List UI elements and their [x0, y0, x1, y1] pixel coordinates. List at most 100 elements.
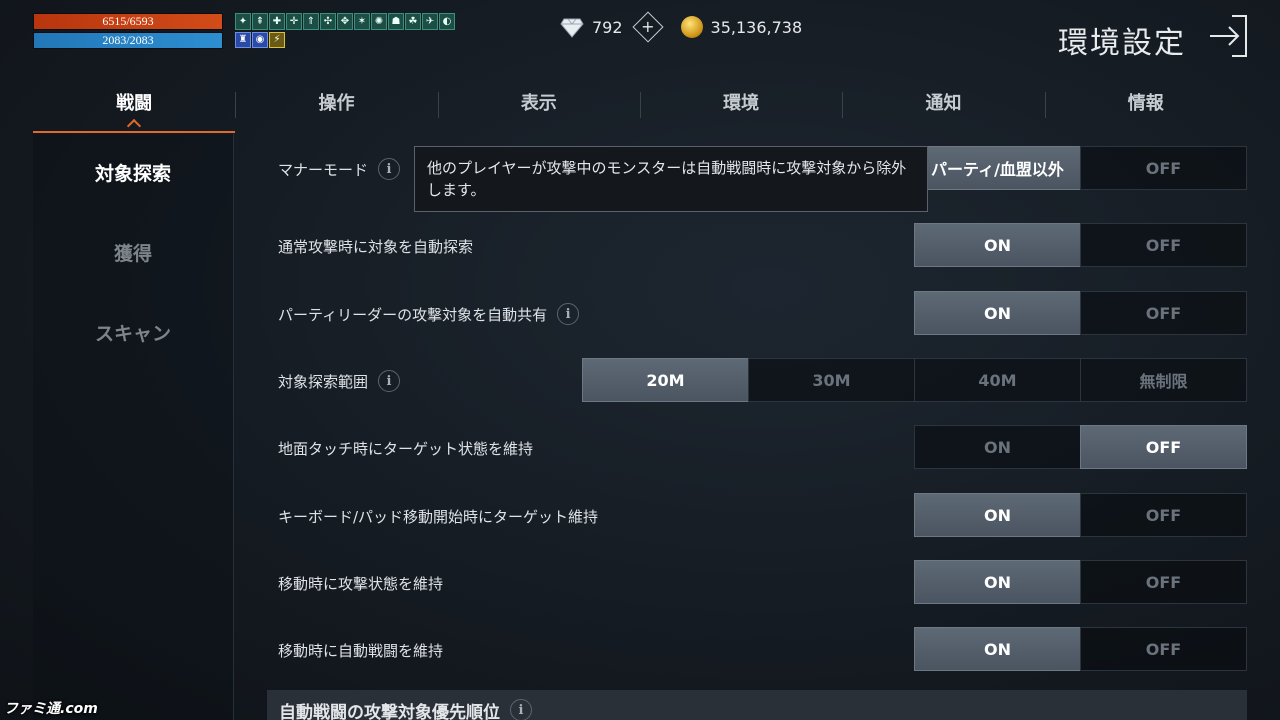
tab-info[interactable]: 情報 [1044, 80, 1247, 134]
info-icon[interactable]: i [510, 699, 532, 720]
tab-label: 表示 [520, 93, 557, 114]
option-button[interactable]: OFF [1080, 223, 1247, 267]
buff-icon[interactable]: ♜ [235, 32, 251, 48]
option-button[interactable]: 20M [582, 358, 749, 402]
option-button[interactable]: ON [914, 425, 1081, 469]
setting-row-auto-search: 通常攻撃時に対象を自動探索 ON OFF [267, 223, 1247, 269]
option-group: ON OFF [914, 223, 1247, 269]
hp-text: 6515/6593 [102, 14, 154, 28]
active-tab-caret [127, 118, 142, 134]
buff-icon[interactable]: ✚ [269, 13, 285, 30]
setting-label-wrap: キーボード/パッド移動開始時にターゲット維持 [278, 493, 598, 539]
option-button[interactable]: OFF [1080, 425, 1247, 469]
setting-label: 地面タッチ時にターゲット状態を維持 [278, 439, 534, 458]
info-tooltip: 他のプレイヤーが攻撃中のモンスターは自動戦闘時に攻撃対象から除外します。 [414, 146, 928, 212]
buff-icon[interactable]: ✶ [354, 13, 370, 30]
buff-icon[interactable]: ✦ [235, 13, 251, 30]
option-button[interactable]: ON [914, 560, 1081, 604]
option-button[interactable]: パーティ/血盟以外 [914, 146, 1081, 190]
add-diamond-button[interactable]: + [631, 11, 664, 43]
setting-label: 移動時に攻撃状態を維持 [278, 574, 444, 593]
setting-label: 通常攻撃時に対象を自動探索 [278, 237, 474, 256]
buff-icon[interactable]: ⇞ [252, 13, 268, 30]
side-nav: 対象探索 獲得 スキャン [33, 134, 233, 720]
option-button[interactable]: OFF [1080, 560, 1247, 604]
side-item-target-search[interactable]: 対象探索 [33, 134, 233, 214]
setting-label: キーボード/パッド移動開始時にターゲット維持 [278, 507, 599, 526]
setting-label-wrap: パーティリーダーの攻撃対象を自動共有 i [278, 291, 580, 337]
option-button[interactable]: 無制限 [1080, 358, 1247, 402]
gold-coin-icon [680, 16, 703, 38]
tab-label: 戦闘 [116, 93, 153, 114]
mp-text: 2083/2083 [102, 33, 154, 47]
option-button[interactable]: OFF [1080, 291, 1247, 335]
option-button[interactable]: OFF [1080, 627, 1247, 671]
setting-label-wrap: 移動時に自動戦闘を維持 [278, 627, 443, 673]
tab-label: 情報 [1127, 93, 1164, 114]
section-header: 自動戦闘の攻撃対象優先順位 i [267, 690, 1247, 720]
tab-display[interactable]: 表示 [437, 80, 640, 134]
side-item-scan[interactable]: スキャン [33, 294, 233, 374]
diamond-icon [560, 18, 584, 38]
tab-label: 操作 [318, 93, 355, 114]
buff-icon[interactable]: ✈ [422, 13, 438, 30]
buff-icon[interactable]: ✺ [371, 13, 387, 30]
option-group: ON OFF [914, 627, 1247, 673]
setting-label-wrap: 地面タッチ時にターゲット状態を維持 [278, 425, 533, 471]
option-button[interactable]: 30M [748, 358, 915, 402]
setting-row-move-autobattle: 移動時に自動戦闘を維持 ON OFF [267, 627, 1247, 673]
setting-row-keyboard-move: キーボード/パッド移動開始時にターゲット維持 ON OFF [267, 493, 1247, 539]
setting-row-ground-touch: 地面タッチ時にターゲット状態を維持 ON OFF [267, 425, 1247, 471]
gold-count: 35,136,738 [710, 17, 803, 37]
exit-icon[interactable] [1208, 14, 1248, 58]
option-group: ON OFF [914, 291, 1247, 337]
info-icon[interactable]: i [557, 303, 580, 325]
option-button[interactable]: ON [914, 627, 1081, 671]
option-button[interactable]: ON [914, 223, 1081, 267]
option-group: 20M 30M 40M 無制限 [582, 358, 1247, 404]
option-button[interactable]: OFF [1080, 493, 1247, 537]
settings-tabs: 戦闘 操作 表示 環境 通知 情報 [33, 80, 1247, 134]
buff-icon[interactable]: ✥ [337, 13, 353, 30]
status-bars: 6515/6593 2083/2083 [33, 13, 223, 49]
setting-row-search-range: 対象探索範囲 i 20M 30M 40M 無制限 [267, 358, 1247, 404]
hp-bar: 6515/6593 [33, 13, 223, 30]
page-title: 環境設定 [1058, 26, 1186, 61]
section-title: 自動戦闘の攻撃対象優先順位 [279, 702, 500, 720]
tab-notifications[interactable]: 通知 [842, 80, 1044, 134]
setting-label-wrap: 対象探索範囲 i [278, 358, 401, 404]
setting-row-move-attack: 移動時に攻撃状態を維持 ON OFF [267, 560, 1247, 606]
buff-icons-row2: ♜ ◉ ⚡ [235, 32, 285, 48]
side-item-acquire[interactable]: 獲得 [33, 214, 233, 294]
option-button[interactable]: OFF [1080, 146, 1247, 190]
buff-icon[interactable]: ✣ [320, 13, 336, 30]
option-button[interactable]: ON [914, 493, 1081, 537]
currency-bar: 792 + 35,136,738 [560, 11, 803, 43]
option-group: ON OFF [914, 560, 1247, 606]
diamond-count: 792 [592, 17, 623, 37]
tab-combat[interactable]: 戦闘 [33, 80, 236, 134]
tab-environment[interactable]: 環境 [639, 80, 842, 134]
info-icon[interactable]: i [378, 158, 401, 180]
plus-icon: + [640, 17, 655, 36]
buff-icon[interactable]: ✛ [286, 13, 302, 30]
setting-label-wrap: マナーモード i [278, 146, 401, 192]
option-button[interactable]: 40M [914, 358, 1081, 402]
buff-icons: ✦ ⇞ ✚ ✛ ⇑ ✣ ✥ ✶ ✺ ☗ ☘ ✈ ◐ [235, 13, 455, 30]
info-icon[interactable]: i [378, 370, 401, 392]
watermark: ファミ通.com [4, 701, 98, 717]
buff-icon[interactable]: ⚡ [269, 32, 285, 48]
setting-label: マナーモード [278, 160, 369, 179]
option-group: ON OFF [914, 425, 1247, 471]
tab-controls[interactable]: 操作 [235, 80, 437, 134]
buff-icon[interactable]: ◉ [252, 32, 268, 48]
option-button[interactable]: ON [914, 291, 1081, 335]
option-group: ON OFF [914, 493, 1247, 539]
buff-icon[interactable]: ◐ [439, 13, 455, 30]
buff-icon[interactable]: ⇑ [303, 13, 319, 30]
setting-label-wrap: 移動時に攻撃状態を維持 [278, 560, 443, 606]
buff-icon[interactable]: ☗ [388, 13, 404, 30]
setting-label: 移動時に自動戦闘を維持 [278, 641, 444, 660]
buff-icon[interactable]: ☘ [405, 13, 421, 30]
mp-bar: 2083/2083 [33, 32, 223, 49]
